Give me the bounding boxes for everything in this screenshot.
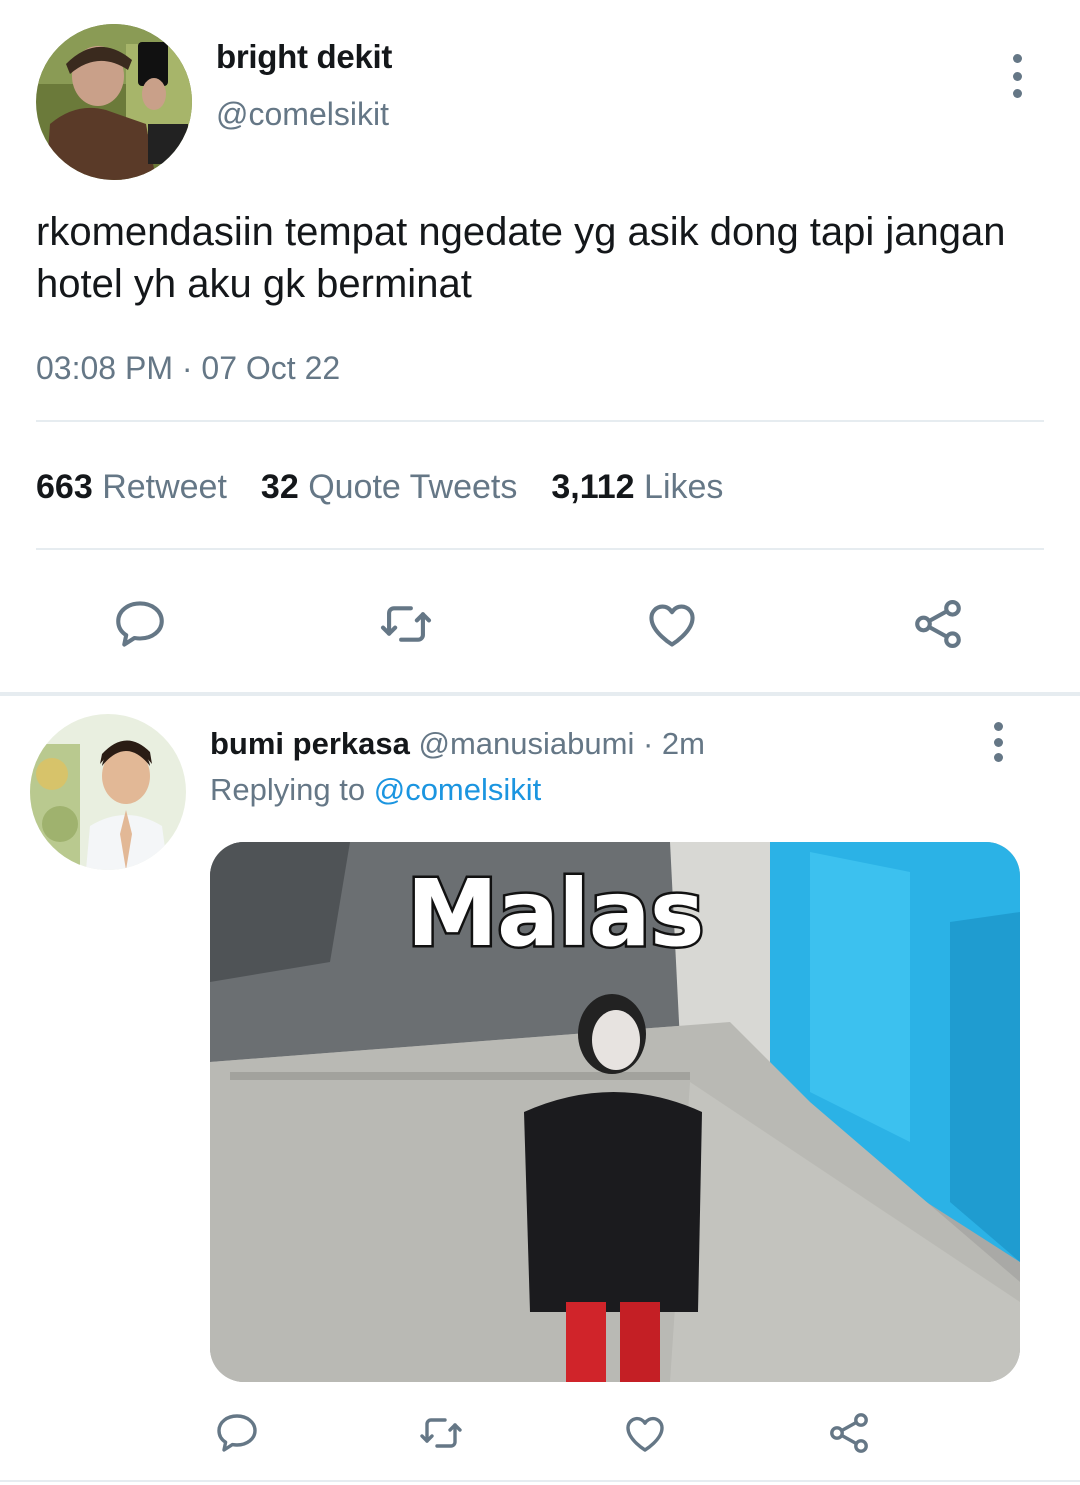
media-caption: Malas xyxy=(210,858,1020,970)
quote-label: Quote Tweets xyxy=(308,468,518,506)
reply-media-image[interactable]: Malas xyxy=(210,842,1020,1382)
dot xyxy=(1012,89,1022,98)
reply-author-name[interactable]: bumi perkasa xyxy=(210,726,410,761)
share-icon[interactable] xyxy=(822,1406,876,1460)
tweet-text: rkomendasiin tempat ngedate yg asik dong… xyxy=(36,210,1006,306)
quote-count: 32 xyxy=(260,468,299,506)
author-avatar[interactable] xyxy=(36,24,192,180)
like-stat[interactable]: 3,112 Likes xyxy=(551,468,723,506)
share-icon[interactable] xyxy=(906,592,970,656)
reply-time[interactable]: · 2m xyxy=(643,726,705,761)
dot xyxy=(993,722,1003,731)
like-icon[interactable] xyxy=(640,592,704,656)
retweet-label: Retweet xyxy=(102,468,227,506)
divider xyxy=(36,420,1044,422)
reply-header: bumi perkasa @manusiabumi · 2m xyxy=(210,726,705,762)
like-count: 3,112 xyxy=(551,468,635,506)
tweet-stats: 663 Retweet 32 Quote Tweets 3,112 Likes xyxy=(36,468,723,507)
reply-author-avatar[interactable] xyxy=(30,714,186,870)
reply-icon[interactable] xyxy=(210,1406,264,1460)
retweet-count: 663 xyxy=(36,468,93,506)
dot xyxy=(993,737,1003,747)
divider xyxy=(0,1480,1080,1482)
replying-mention-link[interactable]: @comelsikit xyxy=(374,772,542,807)
dot xyxy=(1012,54,1022,63)
replying-prefix: Replying to xyxy=(210,772,366,807)
dot xyxy=(993,753,1003,762)
retweet-icon[interactable] xyxy=(374,592,438,656)
quote-stat[interactable]: 32 Quote Tweets xyxy=(261,468,517,506)
retweet-stat[interactable]: 663 Retweet xyxy=(36,468,227,506)
more-options-icon[interactable] xyxy=(984,722,1012,762)
like-label: Likes xyxy=(644,468,724,506)
author-name[interactable]: bright dekit xyxy=(216,38,392,76)
media-caption-text: Malas xyxy=(404,858,707,970)
section-separator xyxy=(0,692,1080,696)
retweet-icon[interactable] xyxy=(414,1406,468,1460)
dot xyxy=(1012,71,1022,81)
divider xyxy=(36,548,1044,550)
more-options-icon[interactable] xyxy=(1000,54,1034,98)
reply-author-handle[interactable]: @manusiabumi xyxy=(419,726,635,761)
tweet-timestamp[interactable]: 03:08 PM · 07 Oct 22 xyxy=(36,350,340,387)
like-icon[interactable] xyxy=(618,1406,672,1460)
author-handle[interactable]: @comelsikit xyxy=(216,96,389,133)
replying-to: Replying to @comelsikit xyxy=(210,772,541,808)
reply-icon[interactable] xyxy=(108,592,172,656)
